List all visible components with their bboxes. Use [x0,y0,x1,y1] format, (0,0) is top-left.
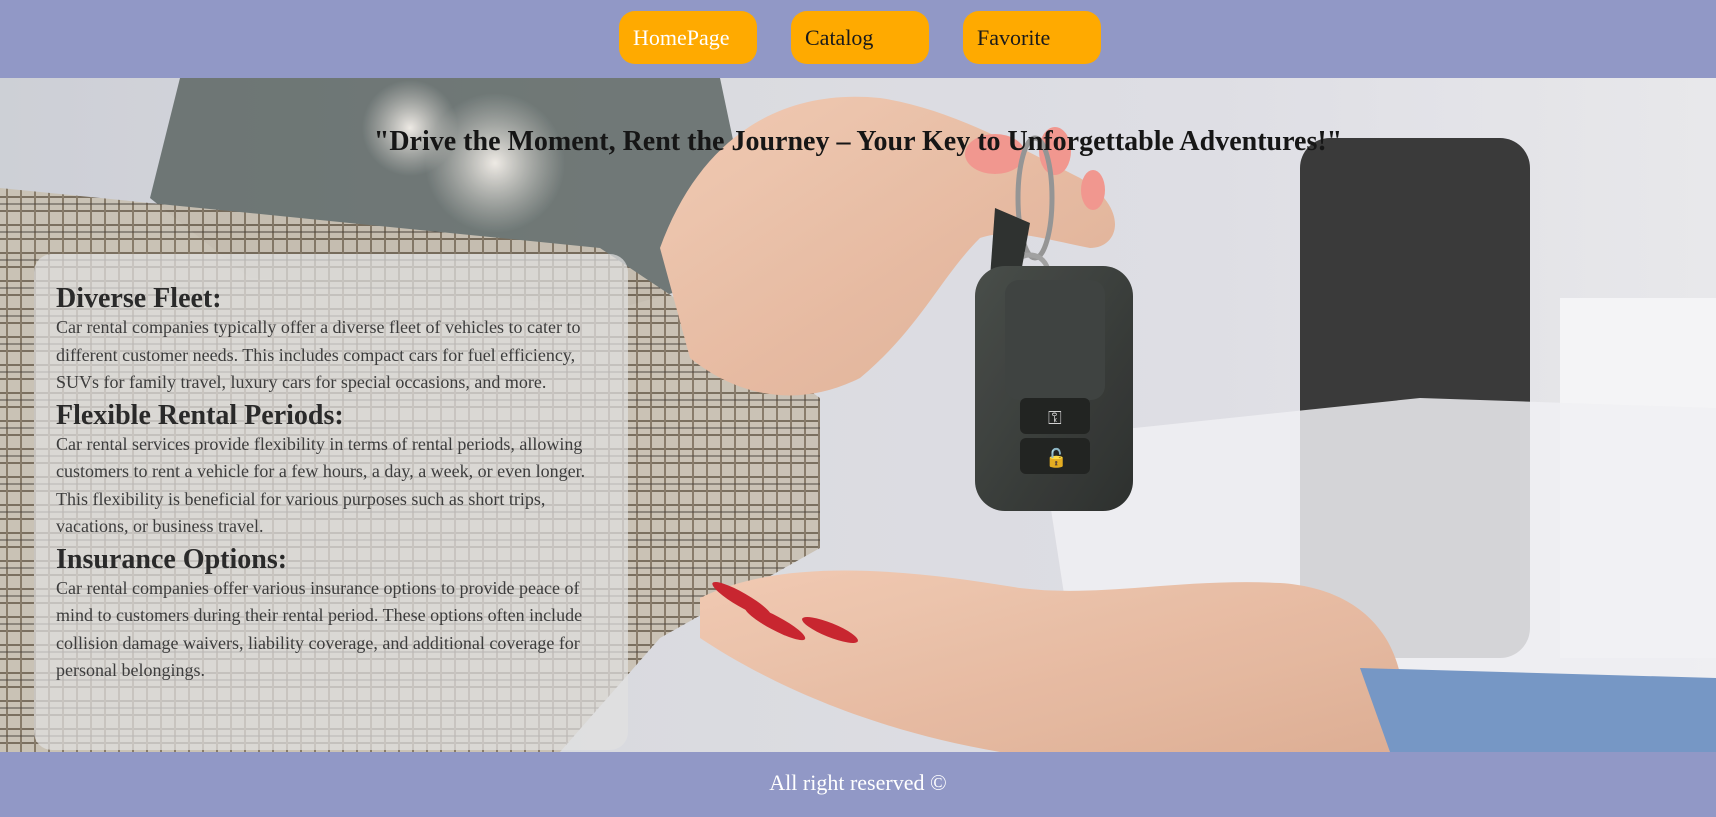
info-section-diverse-fleet: Diverse Fleet: Car rental companies typi… [56,284,608,397]
section-text: Car rental companies offer various insur… [56,577,583,681]
top-nav-bar: HomePage Catalog Favorite [0,0,1716,78]
nav-homepage-button[interactable]: HomePage [619,11,757,64]
footer-copyright-text: All right reserved © [769,770,947,795]
hero-tagline: "Drive the Moment, Rent the Journey – Yo… [373,126,1343,157]
info-panel: Diverse Fleet: Car rental companies typi… [34,254,628,750]
nav-catalog-button[interactable]: Catalog [791,11,929,64]
page-footer: All right reserved © [0,752,1716,817]
info-section-insurance: Insurance Options: Car rental companies … [56,543,608,685]
section-heading: Insurance Options: [56,543,288,575]
nav-favorite-button[interactable]: Favorite [963,11,1101,64]
section-text: Car rental services provide flexibility … [56,433,586,537]
section-heading: Flexible Rental Periods: [56,399,344,431]
info-section-flexible-rental: Flexible Rental Periods: Car rental serv… [56,399,608,541]
section-text: Car rental companies typically offer a d… [56,317,581,392]
hero-banner: ⚿ 🔓 "Drive the Moment, Rent the Journey … [0,78,1716,752]
section-heading: Diverse Fleet: [56,283,222,314]
